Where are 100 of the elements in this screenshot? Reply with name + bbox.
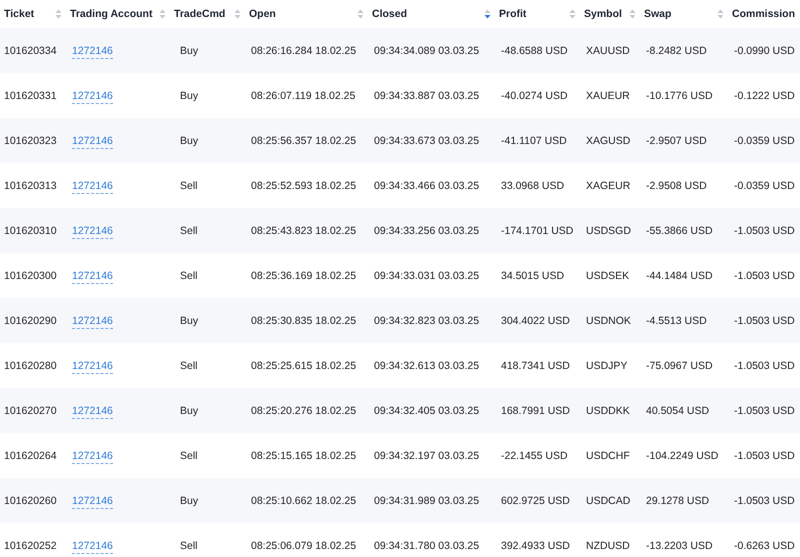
- table-cell: 101620323: [4, 134, 57, 146]
- account-link[interactable]: 1272146: [72, 360, 113, 374]
- account-link[interactable]: 1272146: [72, 494, 113, 508]
- table-cell: 09:34:33.466 03.03.25: [374, 180, 480, 192]
- table-cell: Sell: [180, 540, 198, 552]
- table-cell: XAUEUR: [586, 90, 630, 102]
- table-cell: -2.9508 USD: [646, 180, 707, 192]
- table-cell: 418.7341 USD: [501, 360, 570, 372]
- table-cell: 101620290: [4, 314, 57, 326]
- account-link[interactable]: 1272146: [72, 90, 113, 104]
- account-link[interactable]: 1272146: [72, 314, 113, 328]
- table-cell: 08:25:43.823 18.02.25: [251, 224, 356, 236]
- table-cell: 09:34:32.405 03.03.25: [374, 404, 480, 416]
- table-cell: 09:34:34.089 03.03.25: [374, 44, 480, 56]
- table-cell: 101620334: [4, 44, 57, 56]
- table-cell: XAGUSD: [586, 134, 630, 146]
- table-cell: Sell: [180, 450, 198, 462]
- table-cell: 08:25:20.276 18.02.25: [251, 404, 356, 416]
- table-cell: 101620270: [4, 404, 57, 416]
- account-link[interactable]: 1272146: [72, 540, 113, 554]
- table-cell: Sell: [180, 270, 198, 282]
- table-cell: Buy: [180, 44, 198, 56]
- table-cell: -0.6263 USD: [734, 540, 795, 552]
- column-header[interactable]: Trading Account: [70, 8, 152, 20]
- table-cell: -1.0503 USD: [734, 450, 795, 462]
- account-link[interactable]: 1272146: [72, 44, 113, 58]
- table-cell: USDCHF: [586, 450, 630, 462]
- table-cell: Sell: [180, 224, 198, 236]
- table-cell: -10.1776 USD: [646, 90, 713, 102]
- account-link[interactable]: 1272146: [72, 180, 113, 194]
- table-cell: -48.6588 USD: [501, 44, 568, 56]
- table-cell: -0.0359 USD: [734, 180, 795, 192]
- column-header[interactable]: Ticket: [4, 8, 34, 20]
- table-cell: -1.0503 USD: [734, 360, 795, 372]
- table-cell: USDJPY: [586, 360, 628, 372]
- table-cell: Buy: [180, 494, 198, 506]
- column-header[interactable]: Open: [249, 8, 276, 20]
- table-cell: 09:34:32.823 03.03.25: [374, 314, 480, 326]
- table-cell: 101620260: [4, 494, 57, 506]
- table-cell: 09:34:33.031 03.03.25: [374, 270, 480, 282]
- account-link[interactable]: 1272146: [72, 224, 113, 238]
- table-cell: USDDKK: [586, 404, 630, 416]
- account-link[interactable]: 1272146: [72, 270, 113, 284]
- table-cell: 101620252: [4, 540, 57, 552]
- table-cell: 08:25:52.593 18.02.25: [251, 180, 356, 192]
- table-cell: Buy: [180, 134, 198, 146]
- table-cell: -0.0990 USD: [734, 44, 795, 56]
- table-cell: USDSGD: [586, 224, 631, 236]
- table-cell: USDSEK: [586, 270, 630, 282]
- table-cell: -1.0503 USD: [734, 494, 795, 506]
- table-cell: 08:26:07.119 18.02.25: [251, 90, 356, 102]
- table-cell: -75.0967 USD: [646, 360, 713, 372]
- table-cell: -13.2203 USD: [646, 540, 713, 552]
- sort-icon[interactable]: [484, 9, 491, 19]
- table-cell: Sell: [180, 180, 198, 192]
- table-cell: 34.5015 USD: [501, 270, 564, 282]
- table-cell: -1.0503 USD: [734, 314, 795, 326]
- table-cell: -8.2482 USD: [646, 44, 707, 56]
- table-cell: 168.7991 USD: [501, 404, 570, 416]
- table-cell: 08:25:56.357 18.02.25: [251, 134, 356, 146]
- column-header[interactable]: TradeCmd: [174, 8, 226, 20]
- table-cell: 101620300: [4, 270, 57, 282]
- table-cell: XAUUSD: [586, 44, 630, 56]
- table-cell: Buy: [180, 314, 198, 326]
- account-link[interactable]: 1272146: [72, 404, 113, 418]
- table-cell: -174.1701 USD: [501, 224, 574, 236]
- table-cell: 09:34:32.613 03.03.25: [374, 360, 480, 372]
- table-cell: 09:34:32.197 03.03.25: [374, 450, 480, 462]
- account-link[interactable]: 1272146: [72, 134, 113, 148]
- table-cell: Buy: [180, 90, 198, 102]
- table-cell: -44.1484 USD: [646, 270, 713, 282]
- column-header[interactable]: Profit: [499, 8, 526, 20]
- table-cell: 392.4933 USD: [501, 540, 570, 552]
- table-cell: 602.9725 USD: [501, 494, 570, 506]
- table-cell: Sell: [180, 360, 198, 372]
- table-cell: 33.0968 USD: [501, 180, 564, 192]
- column-header[interactable]: Closed: [372, 8, 408, 20]
- table-cell: -4.5513 USD: [646, 314, 707, 326]
- table-cell: XAGEUR: [586, 180, 630, 192]
- table-cell: 08:25:30.835 18.02.25: [251, 314, 356, 326]
- table-cell: 08:25:15.165 18.02.25: [251, 450, 356, 462]
- table-cell: 08:25:10.662 18.02.25: [251, 494, 356, 506]
- table-cell: -0.1222 USD: [734, 90, 795, 102]
- table-cell: 09:34:33.887 03.03.25: [374, 90, 480, 102]
- table-cell: -22.1455 USD: [501, 450, 568, 462]
- column-header[interactable]: Swap: [644, 8, 672, 20]
- table-cell: -104.2249 USD: [646, 450, 718, 462]
- table-cell: 101620310: [4, 224, 57, 236]
- table-cell: Buy: [180, 404, 198, 416]
- column-header[interactable]: Symbol: [584, 8, 622, 20]
- table-cell: -40.0274 USD: [501, 90, 568, 102]
- table-cell: -1.0503 USD: [734, 404, 795, 416]
- table-cell: USDCAD: [586, 494, 630, 506]
- table-cell: USDNOK: [586, 314, 631, 326]
- table-cell: 101620331: [4, 90, 57, 102]
- table-cell: -1.0503 USD: [734, 224, 795, 236]
- table-cell: 09:34:31.780 03.03.25: [374, 540, 480, 552]
- table-cell: -41.1107 USD: [501, 134, 567, 146]
- column-header[interactable]: Commission: [732, 8, 796, 20]
- account-link[interactable]: 1272146: [72, 450, 113, 464]
